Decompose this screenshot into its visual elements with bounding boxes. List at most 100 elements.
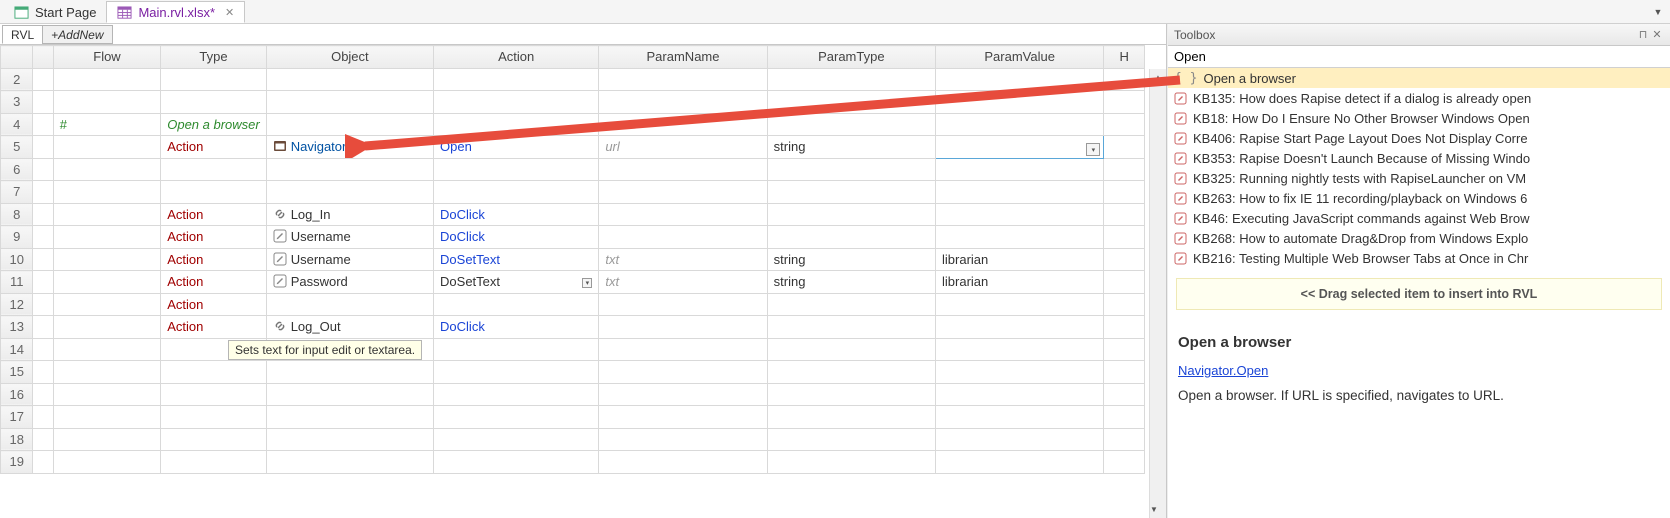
close-icon[interactable]: ✕ (1650, 28, 1664, 41)
cell-object[interactable]: Username (266, 248, 433, 271)
cell-object[interactable]: Password (266, 271, 433, 294)
cell-action[interactable]: DoClick (434, 226, 599, 249)
cell-action[interactable]: DoClick (434, 203, 599, 226)
table-row: 7 (1, 181, 1145, 204)
edit-icon (273, 252, 287, 266)
scroll-up-icon[interactable]: ▲ (1150, 69, 1166, 86)
table-row: 4 # Open a browser (1, 113, 1145, 136)
grid-header-row: Flow Type Object Action ParamName ParamT… (1, 46, 1145, 69)
col-type[interactable]: Type (161, 46, 266, 69)
table-row: 2 (1, 68, 1145, 91)
tab-start-page-label: Start Page (35, 5, 96, 20)
edit-icon (273, 229, 287, 243)
sheet-tabs: RVL +AddNew (0, 24, 1166, 44)
table-row: 14 (1, 338, 1145, 361)
cell-object[interactable]: Log_In (266, 203, 433, 226)
kb-icon (1174, 112, 1187, 125)
cell-paramvalue[interactable]: librarian (936, 248, 1104, 271)
toolbox-item[interactable]: KB268: How to automate Drag&Drop from Wi… (1168, 228, 1670, 248)
table-row: 17 (1, 406, 1145, 429)
toolbox-doc: Open a browser Navigator.Open Open a bro… (1168, 320, 1670, 423)
cell-paramname[interactable]: txt (599, 248, 767, 271)
file-tabs: Start Page Main.rvl.xlsx* ✕ ▼ (0, 0, 1670, 24)
table-row: 12 Action (1, 293, 1145, 316)
kb-icon (1174, 152, 1187, 165)
cell-action[interactable]: DoSetText (434, 248, 599, 271)
col-paramname[interactable]: ParamName (599, 46, 767, 69)
cell-paramtype[interactable]: string (767, 136, 935, 159)
toolbox-item[interactable]: KB353: Rapise Doesn't Launch Because of … (1168, 148, 1670, 168)
table-row: 13 Action Log_Out DoClick (1, 316, 1145, 339)
table-row: 18 (1, 428, 1145, 451)
table-row: 3 (1, 91, 1145, 114)
cell-action[interactable]: Open (434, 136, 599, 159)
link-icon (273, 207, 287, 221)
cell-paramname[interactable]: txt (599, 271, 767, 294)
cell-type[interactable]: Action (161, 248, 266, 271)
cell-object[interactable]: Username (266, 226, 433, 249)
cell-object[interactable]: Log_Out (266, 316, 433, 339)
toolbox-panel: Toolbox ⊓ ✕ { } Open a browser KB135: Ho… (1167, 24, 1670, 518)
cell-type[interactable]: Action (161, 271, 266, 294)
tab-add-new[interactable]: +AddNew (42, 25, 112, 44)
table-row: 6 (1, 158, 1145, 181)
toolbox-item[interactable]: KB18: How Do I Ensure No Other Browser W… (1168, 108, 1670, 128)
doc-body: Open a browser. If URL is specified, nav… (1178, 388, 1660, 403)
cell-type[interactable]: Action (161, 316, 266, 339)
tooltip: Sets text for input edit or textarea. (228, 340, 422, 360)
toolbox-item[interactable]: KB263: How to fix IE 11 recording/playba… (1168, 188, 1670, 208)
cell-paramtype[interactable]: string (767, 271, 935, 294)
col-paramtype[interactable]: ParamType (767, 46, 935, 69)
table-row: 19 (1, 451, 1145, 474)
cell-type[interactable]: Action (161, 203, 266, 226)
cell-type[interactable]: Action (161, 226, 266, 249)
cell-type[interactable]: Action (161, 136, 266, 159)
doc-link[interactable]: Navigator.Open (1178, 363, 1268, 378)
table-row: 5 Action Navigator Open url string ▾ (1, 136, 1145, 159)
tab-start-page[interactable]: Start Page (4, 1, 106, 23)
drag-hint: << Drag selected item to insert into RVL (1176, 278, 1662, 310)
kb-icon (1174, 252, 1187, 265)
toolbox-item[interactable]: KB135: How does Rapise detect if a dialo… (1168, 88, 1670, 108)
doc-title: Open a browser (1178, 334, 1660, 351)
cell-paramvalue-active[interactable]: ▾ (936, 136, 1104, 159)
col-object[interactable]: Object (266, 46, 433, 69)
col-flow[interactable]: Flow (53, 46, 161, 69)
col-h[interactable]: H (1104, 46, 1145, 69)
spreadsheet-icon (117, 6, 132, 19)
kb-icon (1174, 232, 1187, 245)
kb-icon (1174, 212, 1187, 225)
cell-comment[interactable]: Open a browser (161, 113, 266, 136)
table-row: 11 Action Password DoSetText▾ txt string… (1, 271, 1145, 294)
dropdown-icon[interactable]: ▾ (1086, 143, 1100, 156)
table-row: 8 Action Log_In DoClick (1, 203, 1145, 226)
toolbox-item[interactable]: KB216: Testing Multiple Web Browser Tabs… (1168, 248, 1670, 268)
toolbox-item-selected[interactable]: { } Open a browser (1168, 68, 1670, 88)
close-icon[interactable]: ✕ (225, 6, 234, 19)
cell-action[interactable]: DoClick (434, 316, 599, 339)
cell-paramvalue[interactable]: librarian (936, 271, 1104, 294)
col-paramvalue[interactable]: ParamValue (936, 46, 1104, 69)
toolbox-item[interactable]: KB406: Rapise Start Page Layout Does Not… (1168, 128, 1670, 148)
col-action[interactable]: Action (434, 46, 599, 69)
cell-type[interactable]: Action (161, 293, 266, 316)
rvl-grid[interactable]: Flow Type Object Action ParamName ParamT… (0, 44, 1166, 518)
cell-object[interactable]: Navigator (266, 136, 433, 159)
toolbox-item[interactable]: KB325: Running nightly tests with Rapise… (1168, 168, 1670, 188)
braces-icon: { } (1174, 71, 1197, 86)
grid-scrollbar[interactable]: ▲ ▼ (1149, 69, 1166, 518)
dropdown-icon[interactable]: ▾ (582, 278, 592, 288)
tab-rvl[interactable]: RVL (2, 25, 43, 44)
toolbox-item[interactable]: KB46: Executing JavaScript commands agai… (1168, 208, 1670, 228)
scroll-down-icon[interactable]: ▼ (1150, 501, 1158, 518)
tab-main-file[interactable]: Main.rvl.xlsx* ✕ (106, 1, 245, 23)
cell-paramtype[interactable]: string (767, 248, 935, 271)
cell-paramname[interactable]: url (599, 136, 767, 159)
toolbox-search-input[interactable] (1168, 46, 1670, 67)
cell-action[interactable]: DoSetText▾ (434, 271, 599, 294)
tab-main-file-label: Main.rvl.xlsx* (138, 5, 215, 20)
table-row: 15 (1, 361, 1145, 384)
cell-flow-hash[interactable]: # (53, 113, 161, 136)
tab-overflow-button[interactable]: ▼ (1650, 4, 1666, 20)
pin-icon[interactable]: ⊓ (1636, 28, 1650, 41)
